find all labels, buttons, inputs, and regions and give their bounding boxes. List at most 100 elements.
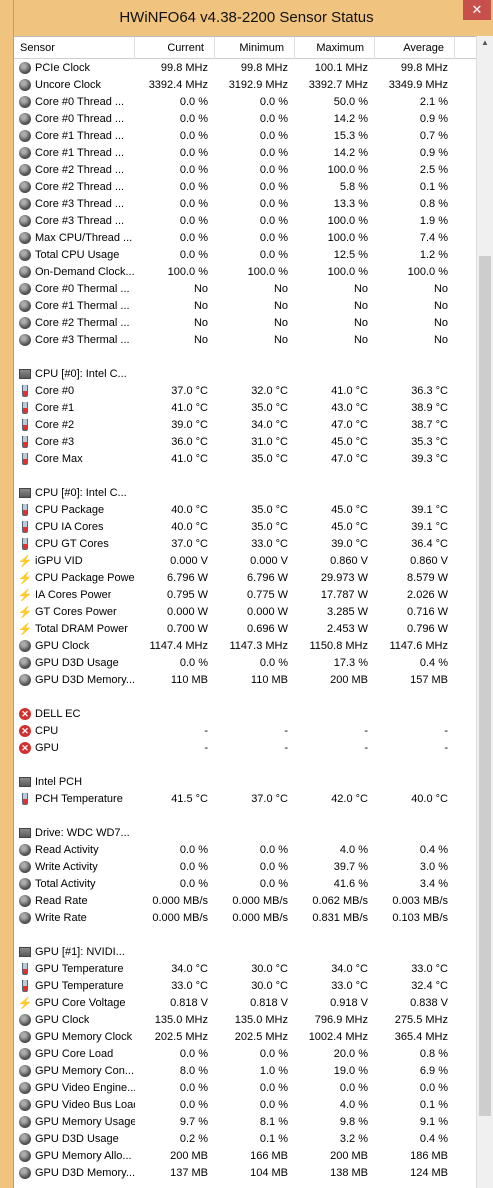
table-row[interactable]: Core #2 Thread ... 0.0 % 0.0 % 100.0 % 2.5 %	[14, 161, 476, 178]
table-row[interactable]: Max CPU/Thread ... 0.0 % 0.0 % 100.0 % 7.4 %	[14, 229, 476, 246]
minimum-value: 0.0 %	[259, 656, 288, 669]
sensor-name-cell: GPU Clock	[14, 639, 135, 652]
table-row[interactable]: PCH Temperature 41.5 °C 37.0 °C 42.0 °C 40.0…	[14, 790, 476, 807]
current-value: 0.0 %	[179, 248, 208, 261]
table-row[interactable]: GPU Clock 1147.4 MHz 1147.3 MHz 1150.8 MHz 1…	[14, 637, 476, 654]
table-row[interactable]: GPU Temperature 33.0 °C 30.0 °C 33.0 °C 32.4…	[14, 977, 476, 994]
table-row[interactable]: ⚡ IA Cores Power 0.795 W 0.775 W 17.787 W 2.0…	[14, 586, 476, 603]
average-value: 157 MB	[410, 673, 448, 686]
current-value: 0.0 %	[179, 860, 208, 873]
table-row[interactable]: Core #2 Thread ... 0.0 % 0.0 % 5.8 % 0.1 %	[14, 178, 476, 195]
column-header-current[interactable]: Current	[135, 37, 215, 59]
table-row[interactable]: Core #0 Thermal ... No No No No	[14, 280, 476, 297]
table-row[interactable]: GPU D3D Memory... 137 MB 104 MB 138 MB 124 M…	[14, 1164, 476, 1181]
sensor-group-header[interactable]: CPU [#0]: Intel C...	[14, 484, 476, 501]
table-row[interactable]: Write Activity 0.0 % 0.0 % 39.7 % 3.0 %	[14, 858, 476, 875]
maximum-value: 41.6 %	[333, 877, 368, 890]
table-row[interactable]: ⚡ GT Cores Power 0.000 W 0.000 W 3.285 W 0.71…	[14, 603, 476, 620]
table-row[interactable]: Read Activity 0.0 % 0.0 % 4.0 % 0.4 %	[14, 841, 476, 858]
scroll-up-icon[interactable]: ▲	[481, 38, 489, 47]
maximum-value: -	[364, 741, 368, 754]
table-row[interactable]: Core #0 37.0 °C 32.0 °C 41.0 °C 36.3 °C	[14, 382, 476, 399]
table-row[interactable]: GPU Memory Allo... 200 MB 166 MB 200 MB 186 …	[14, 1147, 476, 1164]
table-row[interactable]: Core Max 41.0 °C 35.0 °C 47.0 °C 39.3 °C	[14, 450, 476, 467]
table-row[interactable]: Core #3 36.0 °C 31.0 °C 45.0 °C 35.3 °C	[14, 433, 476, 450]
table-row[interactable]: Core #3 Thread ... 0.0 % 0.0 % 13.3 % 0.8 %	[14, 195, 476, 212]
table-row[interactable]: GPU D3D Memory... 110 MB 110 MB 200 MB 157 M…	[14, 671, 476, 688]
table-row[interactable]: ✕ GPU - - - -	[14, 739, 476, 756]
table-row[interactable]: GPU D3D Usage 0.2 % 0.1 % 3.2 % 0.4 %	[14, 1130, 476, 1147]
table-row[interactable]: Core #1 Thread ... 0.0 % 0.0 % 15.3 % 0.7 %	[14, 127, 476, 144]
table-row[interactable]: On-Demand Clock... 100.0 % 100.0 % 100.0 % 1…	[14, 263, 476, 280]
table-row[interactable]: Write Rate 0.000 MB/s 0.000 MB/s 0.831 MB/s…	[14, 909, 476, 926]
sensor-label: Max CPU/Thread ...	[35, 231, 133, 244]
gauge-icon	[19, 214, 31, 227]
column-header-sensor[interactable]: Sensor	[14, 37, 135, 59]
table-row[interactable]: CPU GT Cores 37.0 °C 33.0 °C 39.0 °C 36.4 °C	[14, 535, 476, 552]
table-row[interactable]: Uncore Clock 3392.4 MHz 3192.9 MHz 3392.7 M…	[14, 76, 476, 93]
table-row[interactable]: Total Activity 0.0 % 0.0 % 41.6 % 3.4 %	[14, 875, 476, 892]
table-row[interactable]: Core #1 41.0 °C 35.0 °C 43.0 °C 38.9 °C	[14, 399, 476, 416]
table-row[interactable]: ✕ CPU - - - -	[14, 722, 476, 739]
sensor-name-cell: Core #2 Thermal ...	[14, 316, 135, 329]
maximum-value: 12.5 %	[333, 248, 368, 261]
maximum-value: 9.8 %	[339, 1115, 368, 1128]
table-row[interactable]: Core #2 39.0 °C 34.0 °C 47.0 °C 38.7 °C	[14, 416, 476, 433]
title-bar[interactable]: HWiNFO64 v4.38-2200 Sensor Status ✕	[0, 0, 493, 36]
current-value: 37.0 °C	[171, 537, 208, 550]
table-row[interactable]: Core #1 Thermal ... No No No No	[14, 297, 476, 314]
average-value: 0.796 W	[407, 622, 448, 635]
sensor-label: GPU Core Load	[35, 1047, 114, 1060]
table-row[interactable]: Core #3 Thermal ... No No No No	[14, 331, 476, 348]
sensor-group-header[interactable]: Intel PCH	[14, 773, 476, 790]
vertical-scrollbar[interactable]: ▲	[476, 36, 493, 1188]
average-value: 365.4 MHz	[394, 1030, 448, 1043]
table-row[interactable]: Read Rate 0.000 MB/s 0.000 MB/s 0.062 MB/s 0…	[14, 892, 476, 909]
table-row[interactable]: Core #3 Thread ... 0.0 % 0.0 % 100.0 % 1.9 %	[14, 212, 476, 229]
average-value: No	[433, 282, 448, 295]
minimum-value: 0.775 W	[247, 588, 288, 601]
table-row[interactable]: GPU Temperature 34.0 °C 30.0 °C 34.0 °C 33.0…	[14, 960, 476, 977]
table-row[interactable]: ⚡ CPU Package Power 6.796 W 6.796 W 29.973 W…	[14, 569, 476, 586]
sensor-group-header[interactable]: GPU [#1]: NVIDI...	[14, 943, 476, 960]
sensor-label: Core #3 Thermal ...	[35, 333, 130, 346]
table-row[interactable]: GPU Memory Usage 9.7 % 8.1 % 9.8 % 9.1 %	[14, 1113, 476, 1130]
column-header-minimum[interactable]: Minimum	[215, 37, 295, 59]
sensor-group-header[interactable]: CPU [#0]: Intel C...	[14, 365, 476, 382]
table-row[interactable]: GPU Memory Clock 202.5 MHz 202.5 MHz 1002.4…	[14, 1028, 476, 1045]
sensor-name-cell: Core #3 Thermal ...	[14, 333, 135, 346]
table-row[interactable]: GPU Video Bus Load 0.0 % 0.0 % 4.0 % 0.1 %	[14, 1096, 476, 1113]
table-row[interactable]: GPU Memory Con... 8.0 % 1.0 % 19.0 % 6.9 %	[14, 1062, 476, 1079]
average-value: 0.9 %	[419, 112, 448, 125]
column-header-average[interactable]: Average	[375, 37, 455, 59]
close-button[interactable]: ✕	[463, 0, 491, 20]
table-row[interactable]: Total CPU Usage 0.0 % 0.0 % 12.5 % 1.2 %	[14, 246, 476, 263]
sensor-label: CPU [#0]: Intel C...	[35, 367, 127, 380]
current-value: No	[193, 333, 208, 346]
table-row[interactable]: GPU Video Engine... 0.0 % 0.0 % 0.0 % 0.0 %	[14, 1079, 476, 1096]
table-row[interactable]: Core #1 Thread ... 0.0 % 0.0 % 14.2 % 0.9 %	[14, 144, 476, 161]
scroll-thumb[interactable]	[479, 256, 491, 1116]
sensor-label: Write Activity	[35, 860, 98, 873]
sensor-label: CPU [#0]: Intel C...	[35, 486, 127, 499]
sensor-group-header[interactable]: ✕ DELL EC	[14, 705, 476, 722]
sensor-name-cell: On-Demand Clock...	[14, 265, 135, 278]
table-row[interactable]: ⚡ Total DRAM Power 0.700 W 0.696 W 2.453 W 0.…	[14, 620, 476, 637]
table-row[interactable]: PCIe Clock 99.8 MHz 99.8 MHz 100.1 MHz 99.8 …	[14, 59, 476, 76]
column-header-maximum[interactable]: Maximum	[295, 37, 375, 59]
table-row[interactable]: Core #0 Thread ... 0.0 % 0.0 % 50.0 % 2.1 %	[14, 93, 476, 110]
table-row[interactable]: Core #2 Thermal ... No No No No	[14, 314, 476, 331]
gauge-icon	[19, 639, 31, 652]
table-row[interactable]: GPU Clock 135.0 MHz 135.0 MHz 796.9 MHz 275.…	[14, 1011, 476, 1028]
thermometer-icon	[19, 419, 31, 431]
current-value: 0.0 %	[179, 95, 208, 108]
table-row[interactable]: Core #0 Thread ... 0.0 % 0.0 % 14.2 % 0.9 %	[14, 110, 476, 127]
sensor-group-header[interactable]: Drive: WDC WD7...	[14, 824, 476, 841]
table-row[interactable]: GPU Core Load 0.0 % 0.0 % 20.0 % 0.8 %	[14, 1045, 476, 1062]
table-row[interactable]: CPU Package 40.0 °C 35.0 °C 45.0 °C 39.1 °C	[14, 501, 476, 518]
minimum-value: 0.0 %	[259, 146, 288, 159]
table-row[interactable]: CPU IA Cores 40.0 °C 35.0 °C 45.0 °C 39.1 °C	[14, 518, 476, 535]
table-row[interactable]: GPU D3D Usage 0.0 % 0.0 % 17.3 % 0.4 %	[14, 654, 476, 671]
table-row[interactable]: ⚡ iGPU VID 0.000 V 0.000 V 0.860 V 0.860 V	[14, 552, 476, 569]
table-row[interactable]: ⚡ GPU Core Voltage 0.818 V 0.818 V 0.918 V 0.…	[14, 994, 476, 1011]
